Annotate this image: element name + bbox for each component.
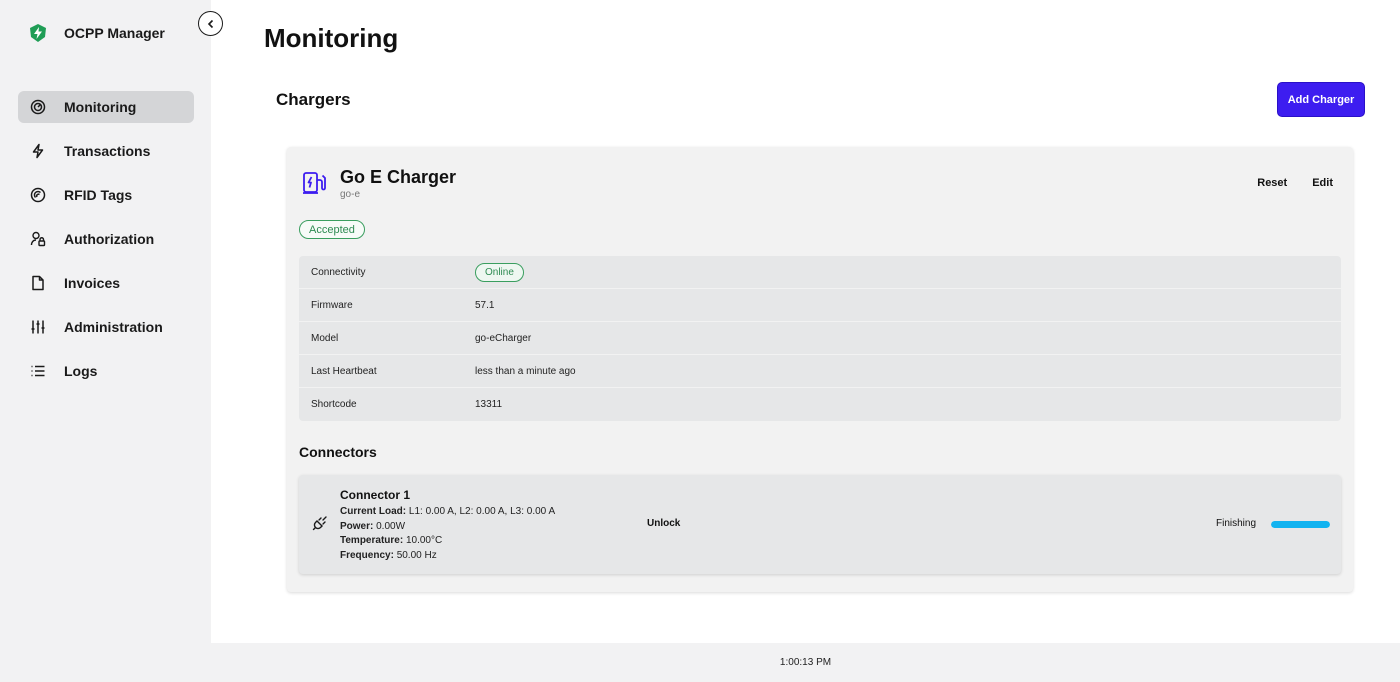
detail-key: Last Heartbeat <box>311 365 377 377</box>
detail-key: Connectivity <box>311 266 366 278</box>
table-row: Connectivity Online <box>299 256 1341 289</box>
sidebar-item-label: Monitoring <box>64 99 137 115</box>
sidebar-item-label: RFID Tags <box>64 187 133 203</box>
rfid-tag-icon <box>29 186 47 204</box>
charger-actions: Reset Edit <box>1257 177 1333 189</box>
bolt-icon <box>29 142 47 160</box>
sidebar-item-label: Invoices <box>64 275 121 291</box>
connector-status: Finishing <box>1216 518 1257 529</box>
sidebar-item-label: Administration <box>64 319 163 335</box>
table-row: Last Heartbeat less than a minute ago <box>299 355 1341 388</box>
charger-details-table: Connectivity Online Firmware 57.1 Model … <box>299 256 1341 421</box>
sidebar-item-label: Logs <box>64 363 98 379</box>
reset-button[interactable]: Reset <box>1257 177 1287 189</box>
detail-value: go-eCharger <box>475 332 532 344</box>
edit-button[interactable]: Edit <box>1312 177 1333 189</box>
status-badge: Accepted <box>299 220 365 239</box>
list-icon <box>29 362 47 380</box>
charger-card: Go E Charger go-e Reset Edit Accepted Co… <box>287 147 1353 592</box>
connector-progress-bar <box>1271 521 1330 528</box>
collapse-sidebar-button[interactable] <box>198 11 223 36</box>
gauge-icon <box>29 98 47 116</box>
ev-charger-icon <box>301 170 327 196</box>
sidebar-item-label: Authorization <box>64 231 155 247</box>
table-row: Shortcode 13311 <box>299 388 1341 421</box>
detail-value: 13311 <box>475 399 503 410</box>
footer: 1:00:13 PM <box>211 643 1400 682</box>
charger-name: Go E Charger <box>340 167 457 187</box>
connector-card: Connector 1 Current Load: L1: 0.00 A, L2… <box>299 475 1341 574</box>
sidebar-item-authorization[interactable]: Authorization <box>18 223 194 255</box>
metric-label: Frequency: <box>340 549 394 561</box>
document-icon <box>29 274 47 292</box>
connector-metrics: Current Load: L1: 0.00 A, L2: 0.00 A, L3… <box>340 505 555 563</box>
sidebar-item-invoices[interactable]: Invoices <box>18 267 194 299</box>
add-charger-button[interactable]: Add Charger <box>1277 82 1365 117</box>
footer-time: 1:00:13 PM <box>779 657 832 668</box>
plug-icon <box>312 515 328 531</box>
ocpp-logo-icon <box>27 22 49 44</box>
frequency-value: 50.00 Hz <box>396 549 437 561</box>
detail-value: 57.1 <box>475 299 495 311</box>
detail-value: less than a minute ago <box>475 365 576 377</box>
detail-key: Firmware <box>311 299 353 311</box>
table-row: Firmware 57.1 <box>299 289 1341 322</box>
sidebar-nav: Monitoring Transactions RFID Tags Author… <box>18 91 194 399</box>
main-content: Monitoring Chargers Add Charger Go E Cha… <box>211 0 1400 643</box>
page-title: Monitoring <box>264 23 399 53</box>
progress-fill <box>1271 521 1330 528</box>
metric-label: Temperature: <box>340 535 404 547</box>
sidebar-item-label: Transactions <box>64 143 151 159</box>
sidebar-item-transactions[interactable]: Transactions <box>18 135 194 167</box>
connectivity-badge: Online <box>475 262 524 282</box>
sidebar-item-logs[interactable]: Logs <box>18 355 194 387</box>
current-load-value: L1: 0.00 A, L2: 0.00 A, L3: 0.00 A <box>408 506 556 517</box>
connector-name: Connector 1 <box>340 488 411 502</box>
power-value: 0.00W <box>376 520 406 532</box>
sidebar-item-administration[interactable]: Administration <box>18 311 194 343</box>
metric-label: Power: <box>340 520 374 532</box>
sliders-icon <box>29 318 47 336</box>
sidebar-item-rfid-tags[interactable]: RFID Tags <box>18 179 194 211</box>
brand[interactable]: OCPP Manager <box>27 22 165 44</box>
detail-key: Shortcode <box>311 399 357 410</box>
section-title: Chargers <box>276 90 351 109</box>
detail-key: Model <box>311 332 339 344</box>
charger-identity: go-e <box>340 189 361 200</box>
chevron-left-icon <box>207 19 213 28</box>
app-name: OCPP Manager <box>64 25 165 41</box>
sidebar-item-monitoring[interactable]: Monitoring <box>18 91 194 123</box>
connectors-heading: Connectors <box>299 444 377 460</box>
table-row: Model go-eCharger <box>299 322 1341 355</box>
metric-label: Current Load: <box>340 506 407 517</box>
sidebar: OCPP Manager Monitoring Transactions RFI… <box>0 0 211 643</box>
user-lock-icon <box>29 230 47 248</box>
unlock-button[interactable]: Unlock <box>647 518 680 529</box>
temperature-value: 10.00°C <box>405 535 443 547</box>
